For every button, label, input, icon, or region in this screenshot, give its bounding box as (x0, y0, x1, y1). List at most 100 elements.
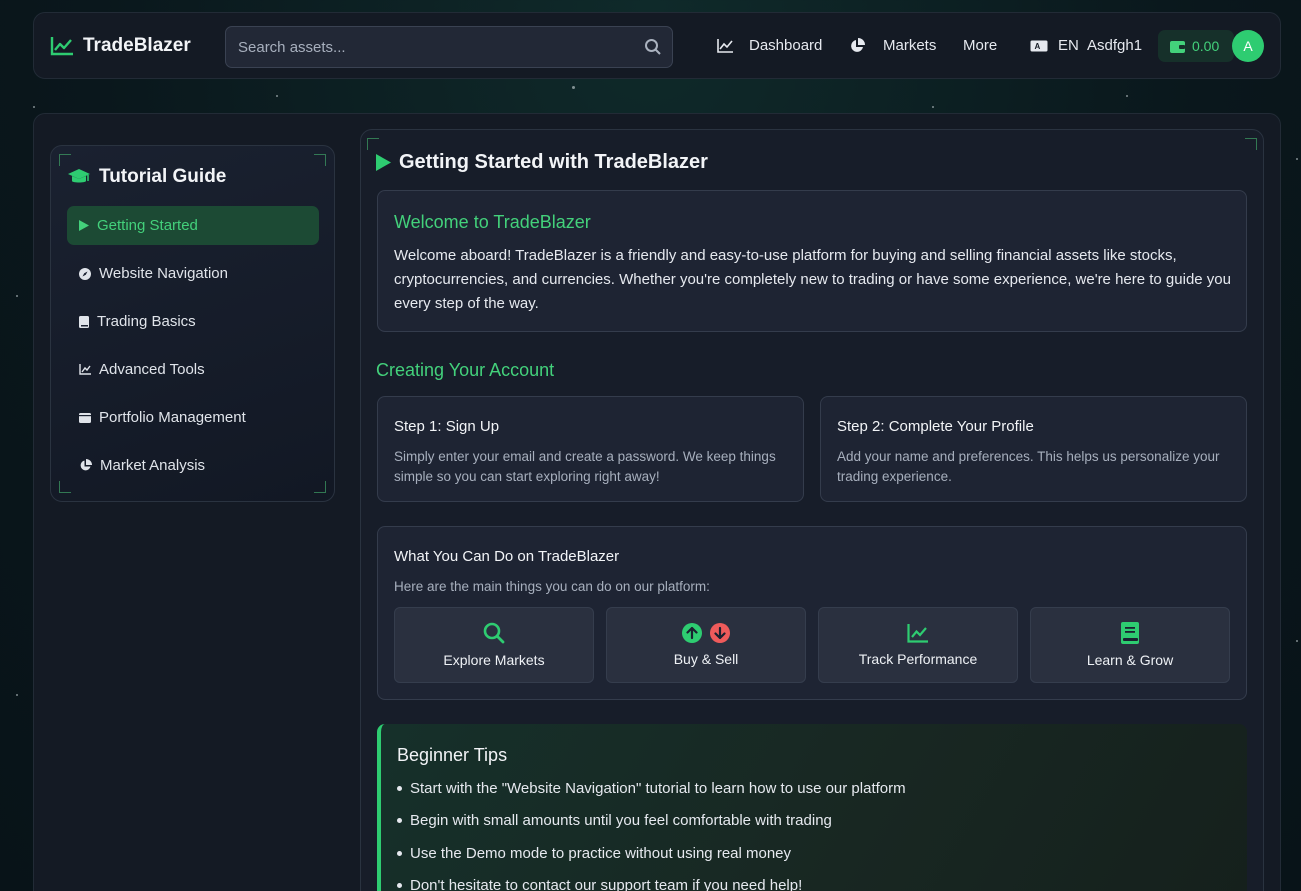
corner-decoration (367, 138, 379, 150)
username: Asdfgh1 (1087, 37, 1143, 54)
sidebar-item-label: Website Navigation (99, 265, 228, 282)
sidebar-title-text: Tutorial Guide (99, 166, 227, 187)
user-menu[interactable]: Asdfgh1 (1087, 37, 1142, 54)
bullet-icon (397, 786, 402, 791)
play-icon (376, 154, 391, 171)
feature-label: Learn & Grow (1086, 652, 1174, 668)
sidebar-item-label: Portfolio Management (99, 409, 246, 426)
tip-text: Start with the "Website Navigation" tuto… (410, 780, 906, 797)
search-icon[interactable] (644, 38, 662, 56)
nav-more-label: More (963, 37, 998, 54)
search-icon (483, 622, 505, 644)
chart-line-icon (50, 37, 73, 56)
top-navbar: TradeBlazer Dashboard Markets More A EN … (33, 12, 1281, 79)
star-decoration (33, 106, 35, 108)
nav-dashboard[interactable]: Dashboard (717, 37, 822, 54)
wallet-icon (79, 413, 91, 423)
feature-label: Buy & Sell (673, 651, 739, 667)
page-title-text: Getting Started with TradeBlazer (399, 151, 708, 173)
star-decoration (16, 295, 18, 297)
features-card: What You Can Do on TradeBlazer Here are … (377, 526, 1247, 700)
brand-logo[interactable]: TradeBlazer (50, 35, 191, 57)
star-decoration (572, 86, 575, 89)
tip-text: Don't hesitate to contact our support te… (410, 877, 803, 891)
play-icon (79, 220, 89, 231)
step-title: Step 2: Complete Your Profile (837, 418, 1034, 435)
tip-item: Start with the "Website Navigation" tuto… (397, 780, 906, 797)
tip-item: Don't hesitate to contact our support te… (397, 877, 802, 891)
feature-learn-grow[interactable]: Learn & Grow (1030, 607, 1230, 683)
avatar[interactable]: A (1232, 30, 1264, 62)
wallet-balance-button[interactable]: 0.00 (1158, 30, 1234, 62)
language-label: EN (1058, 37, 1079, 54)
sidebar-item-trading-basics[interactable]: Trading Basics (67, 302, 319, 341)
chart-line-icon (907, 624, 928, 643)
sidebar-item-getting-started[interactable]: Getting Started (67, 206, 319, 245)
welcome-body: Welcome aboard! TradeBlazer is a friendl… (394, 247, 1231, 312)
feature-track-performance[interactable]: Track Performance (818, 607, 1018, 683)
beginner-tips-card: Beginner Tips Start with the "Website Na… (377, 724, 1247, 891)
tip-item: Use the Demo mode to practice without us… (397, 845, 791, 862)
book-icon (1121, 622, 1139, 644)
corner-decoration (1245, 138, 1257, 150)
step-title: Step 1: Sign Up (394, 418, 500, 435)
sidebar-item-label: Advanced Tools (99, 361, 205, 378)
language-icon: A (1030, 40, 1048, 51)
feature-buy-sell[interactable]: Buy & Sell (606, 607, 806, 683)
star-decoration (932, 106, 934, 108)
sidebar-item-market-analysis[interactable]: Market Analysis (67, 446, 319, 485)
corner-decoration (59, 154, 71, 166)
sidebar-title: Tutorial Guide (67, 166, 226, 188)
step-body: Simply enter your email and create a pas… (394, 449, 776, 484)
brand-name: TradeBlazer (83, 35, 191, 56)
tips-title: Beginner Tips (397, 745, 508, 765)
tip-text: Use the Demo mode to practice without us… (410, 845, 792, 862)
sidebar-item-label: Trading Basics (97, 313, 196, 330)
sidebar-item-website-navigation[interactable]: Website Navigation (67, 254, 319, 293)
star-decoration (276, 95, 278, 97)
search-input[interactable] (226, 27, 672, 67)
nav-dashboard-label: Dashboard (749, 37, 823, 54)
tip-text: Begin with small amounts until you feel … (410, 812, 832, 829)
search-bar (225, 26, 673, 68)
star-decoration (1296, 640, 1298, 642)
features-subtitle: Here are the main things you can do on o… (394, 579, 710, 594)
sidebar-item-label: Getting Started (97, 217, 198, 234)
nav-more[interactable]: More (963, 37, 997, 54)
bullet-icon (397, 883, 402, 888)
wallet-amount: 0.00 (1192, 38, 1220, 54)
page-title: Getting Started with TradeBlazer (376, 151, 708, 174)
book-icon (79, 315, 89, 328)
feature-explore-markets[interactable]: Explore Markets (394, 607, 594, 683)
welcome-heading: Welcome to TradeBlazer (394, 212, 591, 232)
compass-icon (79, 267, 91, 280)
language-selector[interactable]: A EN (1030, 37, 1079, 54)
account-section-heading: Creating Your Account (376, 360, 555, 380)
features-title: What You Can Do on TradeBlazer (394, 548, 620, 565)
step-card-complete-profile: Step 2: Complete Your Profile Add your n… (820, 396, 1247, 502)
chart-line-icon (717, 38, 733, 53)
step-card-sign-up: Step 1: Sign Up Simply enter your email … (377, 396, 804, 502)
sidebar-item-portfolio-management[interactable]: Portfolio Management (67, 398, 319, 437)
star-decoration (16, 694, 18, 696)
feature-label: Explore Markets (443, 652, 545, 668)
tutorial-sidebar: Tutorial Guide Getting Started Website N… (50, 145, 335, 502)
star-decoration (1296, 158, 1298, 160)
bullet-icon (397, 818, 402, 823)
star-decoration (1126, 95, 1128, 97)
nav-markets[interactable]: Markets (849, 37, 936, 54)
svg-text:A: A (1035, 42, 1041, 51)
arrow-up-circle-icon (682, 623, 702, 643)
bullet-icon (397, 851, 402, 856)
nav-markets-label: Markets (883, 37, 937, 54)
pie-chart-icon (851, 37, 865, 52)
pie-chart-icon (80, 459, 92, 471)
corner-decoration (314, 154, 326, 166)
sidebar-item-advanced-tools[interactable]: Advanced Tools (67, 350, 319, 389)
sidebar-item-label: Market Analysis (100, 457, 206, 474)
wallet-icon (1170, 40, 1185, 53)
tip-item: Begin with small amounts until you feel … (397, 812, 832, 829)
arrow-down-circle-icon (710, 623, 730, 643)
feature-label: Track Performance (858, 651, 978, 667)
chart-line-icon (79, 364, 91, 375)
